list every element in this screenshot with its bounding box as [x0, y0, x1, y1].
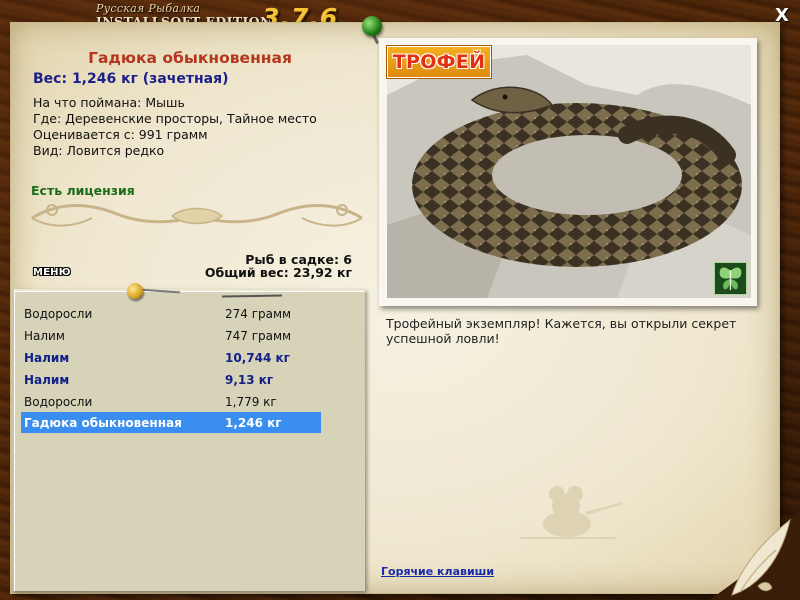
- fish-photo: [387, 45, 751, 298]
- butterfly-icon[interactable]: [714, 262, 747, 295]
- catch-name: Водоросли: [24, 307, 93, 321]
- catch-weight: 9,13 кг: [225, 373, 274, 387]
- catch-weight: 10,744 кг: [225, 351, 290, 365]
- fish-location: Где: Деревенские просторы, Тайное место: [33, 111, 317, 126]
- catch-name: Налим: [24, 351, 70, 365]
- catch-name: Гадюка обыкновенная: [24, 416, 182, 430]
- catch-name: Налим: [24, 329, 65, 343]
- yellow-pin-icon: [127, 283, 143, 299]
- trophy-message: Трофейный экземпляр! Кажется, вы открыли…: [386, 316, 737, 346]
- menu-button[interactable]: МЕНЮ: [33, 265, 77, 280]
- ornament-divider: [31, 204, 363, 227]
- catch-row[interactable]: Водоросли 1,779 кг: [21, 391, 321, 412]
- catch-row[interactable]: Водоросли 274 грамм: [21, 303, 321, 324]
- trophy-badge: ТРОФЕЙ: [387, 46, 491, 78]
- hotkeys-link[interactable]: Горячие клавиши: [381, 565, 494, 578]
- fish-bait: На что поймана: Мышь: [33, 95, 185, 110]
- catch-weight: 747 грамм: [225, 329, 292, 343]
- catch-row[interactable]: Налим 747 грамм: [21, 325, 321, 346]
- fish-rarity: Вид: Ловится редко: [33, 143, 165, 158]
- catch-weight: 274 грамм: [225, 307, 292, 321]
- fish-title: Гадюка обыкновенная: [88, 49, 292, 67]
- catch-weight: 1,246 кг: [225, 416, 282, 430]
- catch-row[interactable]: Налим 10,744 кг: [21, 347, 321, 368]
- catch-name: Налим: [24, 373, 70, 387]
- fish-weight: Вес: 1,246 кг (зачетная): [33, 71, 229, 87]
- fisherman-watermark: [520, 486, 623, 539]
- catch-row[interactable]: Налим 9,13 кг: [21, 369, 321, 390]
- fish-valued-from: Оценивается с: 991 грамм: [33, 127, 208, 142]
- catch-name: Водоросли: [24, 395, 93, 409]
- green-pin-icon: [362, 16, 382, 36]
- keepnet-total-weight: Общий вес: 23,92 кг: [204, 265, 352, 280]
- catch-row-selected[interactable]: Гадюка обыкновенная 1,246 кг: [21, 412, 321, 433]
- catch-weight: 1,779 кг: [225, 395, 277, 409]
- page-curl: [710, 510, 800, 600]
